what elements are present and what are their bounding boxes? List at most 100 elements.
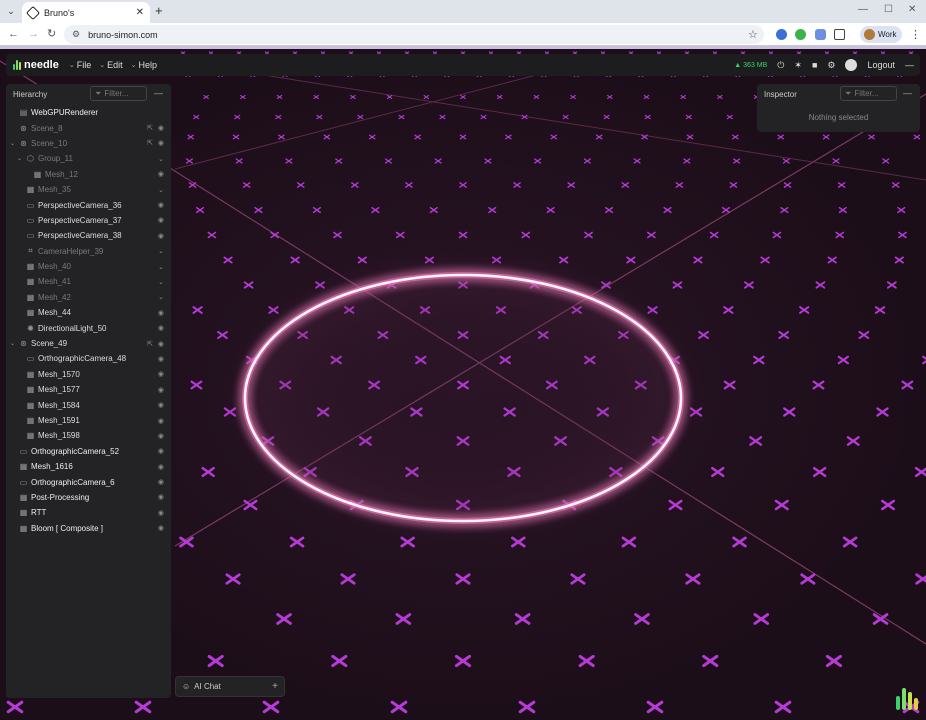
new-tab-button[interactable]: + — [155, 4, 163, 18]
maximize-icon[interactable]: ☐ — [884, 4, 893, 15]
settings-gear-icon[interactable]: ⚙ — [827, 60, 835, 71]
chevron-down-icon[interactable]: ⌄ — [158, 186, 164, 194]
hierarchy-row[interactable]: ▭ PerspectiveCamera_37 ◉ — [6, 213, 171, 228]
visibility-eye-icon[interactable]: ◉ — [158, 417, 164, 425]
profile-chip[interactable]: Work — [860, 26, 902, 43]
hierarchy-collapse-icon[interactable]: — — [154, 88, 163, 98]
hierarchy-row[interactable]: ⌄ ⬡ Group_11 ⌄ — [6, 151, 171, 166]
visibility-eye-icon[interactable]: ◉ — [158, 232, 164, 240]
close-tab-icon[interactable]: ✕ — [136, 7, 144, 18]
visibility-eye-icon[interactable]: ◉ — [158, 370, 164, 378]
hierarchy-row[interactable]: ⌄ ⊛ Scene_49 ⇱ ◉ — [6, 336, 171, 351]
chevron-down-icon[interactable]: ⌄ — [158, 278, 164, 286]
hierarchy-row[interactable]: ▦ Bloom [ Composite ] ◉ — [6, 521, 171, 536]
visibility-eye-icon[interactable]: ◉ — [158, 324, 164, 332]
address-bar[interactable]: ⚙ bruno-simon.com — [64, 25, 764, 44]
hierarchy-row[interactable]: ✺ DirectionalLight_50 ◉ — [6, 320, 171, 335]
visibility-eye-icon[interactable]: ◉ — [158, 401, 164, 409]
reload-icon[interactable]: ↻ — [47, 28, 56, 40]
visibility-eye-icon[interactable]: ◉ — [158, 216, 164, 224]
needle-corner-logo-icon[interactable] — [896, 688, 918, 710]
hierarchy-filter-input[interactable]: ⏷ Filter... — [90, 86, 147, 101]
menu-help[interactable]: ⌄ Help — [131, 60, 157, 70]
extension-3-icon[interactable] — [815, 29, 826, 40]
visibility-eye-icon[interactable]: ◉ — [158, 447, 164, 455]
inspector-collapse-icon[interactable]: — — [903, 88, 912, 98]
inspector-filter-input[interactable]: ⏷ Filter... — [840, 86, 897, 101]
hierarchy-row[interactable]: ▦ Mesh_1577 ◉ — [6, 382, 171, 397]
extension-2-icon[interactable] — [795, 29, 806, 40]
visibility-eye-icon[interactable]: ◉ — [158, 340, 164, 348]
hierarchy-row[interactable]: ▭ OrthographicCamera_52 ◉ — [6, 444, 171, 459]
visibility-eye-icon[interactable]: ◉ — [158, 463, 164, 471]
extensions-puzzle-icon[interactable] — [834, 29, 845, 40]
expand-caret-icon[interactable]: ⌄ — [10, 140, 15, 147]
hierarchy-row[interactable]: ▦ Mesh_1598 ◉ — [6, 428, 171, 443]
site-settings-icon[interactable]: ⚙ — [72, 29, 80, 40]
chevron-down-icon[interactable]: ⌄ — [158, 263, 164, 271]
window-close-icon[interactable]: ✕ — [908, 4, 916, 15]
ai-chat-button[interactable]: ☺ AI Chat + — [175, 676, 285, 697]
hierarchy-row[interactable]: ▦ Post-Processing ◉ — [6, 490, 171, 505]
hierarchy-row[interactable]: ▦ Mesh_41 ⌄ — [6, 274, 171, 289]
chevron-down-icon[interactable]: ⌄ — [158, 155, 164, 163]
hierarchy-row[interactable]: ▭ PerspectiveCamera_38 ◉ — [6, 228, 171, 243]
hierarchy-row[interactable]: ▦ Mesh_1616 ◉ — [6, 459, 171, 474]
visibility-eye-icon[interactable]: ◉ — [158, 493, 164, 501]
menu-file[interactable]: ⌄ File — [69, 60, 91, 70]
visibility-eye-icon[interactable]: ◉ — [158, 309, 164, 317]
visibility-eye-icon[interactable]: ◉ — [158, 139, 164, 147]
browser-menu-icon[interactable]: ⋮ — [910, 28, 921, 41]
hierarchy-row[interactable]: ▤ WebGPURenderer — [6, 105, 171, 120]
visibility-eye-icon[interactable]: ◉ — [158, 201, 164, 209]
visibility-eye-icon[interactable]: ◉ — [158, 509, 164, 517]
power-icon[interactable]: ⏻ — [777, 60, 784, 71]
hierarchy-row[interactable]: ▦ Mesh_35 ⌄ — [6, 182, 171, 197]
bookmark-star-icon[interactable]: ☆ — [748, 28, 758, 41]
collapse-toolbar-icon[interactable]: — — [905, 60, 914, 70]
visibility-eye-icon[interactable]: ◉ — [158, 124, 164, 132]
user-avatar[interactable] — [845, 59, 858, 71]
tab-search-icon[interactable]: ⌄ — [4, 4, 18, 18]
chevron-down-icon[interactable]: ⌄ — [158, 293, 164, 301]
hierarchy-row[interactable]: ▦ Mesh_40 ⌄ — [6, 259, 171, 274]
grid-marker — [800, 573, 816, 585]
focus-icon[interactable]: ⇱ — [147, 124, 153, 132]
chevron-down-icon[interactable]: ⌄ — [158, 247, 164, 255]
hierarchy-row[interactable]: ▦ Mesh_12 ◉ — [6, 167, 171, 182]
hierarchy-row[interactable]: ▭ OrthographicCamera_48 ◉ — [6, 351, 171, 366]
visibility-eye-icon[interactable]: ◉ — [158, 355, 164, 363]
focus-icon[interactable]: ⇱ — [147, 340, 153, 348]
minimize-icon[interactable]: — — [858, 4, 868, 15]
hierarchy-row[interactable]: ⊛ Scene_8 ⇱ ◉ — [6, 120, 171, 135]
expand-caret-icon[interactable]: ⌄ — [10, 340, 15, 347]
magic-wand-icon[interactable]: ✶ — [794, 60, 802, 71]
browser-tab[interactable]: Bruno's ✕ — [22, 2, 150, 23]
camera-icon[interactable]: ■ — [812, 60, 817, 70]
hierarchy-row[interactable]: ▦ Mesh_42 ⌄ — [6, 290, 171, 305]
logout-button[interactable]: Logout — [867, 60, 895, 70]
extension-1-icon[interactable] — [776, 29, 787, 40]
ai-chat-add-icon[interactable]: + — [272, 681, 278, 692]
hierarchy-row[interactable]: ▭ OrthographicCamera_6 ◉ — [6, 474, 171, 489]
hierarchy-row[interactable]: ▦ Mesh_44 ◉ — [6, 305, 171, 320]
hierarchy-row[interactable]: ▦ Mesh_1570 ◉ — [6, 367, 171, 382]
hierarchy-row[interactable]: ▦ Mesh_1584 ◉ — [6, 397, 171, 412]
visibility-eye-icon[interactable]: ◉ — [158, 170, 164, 178]
hierarchy-row[interactable]: ▦ RTT ◉ — [6, 505, 171, 520]
needle-logo[interactable]: needle — [13, 59, 59, 71]
hierarchy-row[interactable]: ⌄ ⊛ Scene_10 ⇱ ◉ — [6, 136, 171, 151]
menu-edit[interactable]: ⌄ Edit — [99, 60, 122, 70]
visibility-eye-icon[interactable]: ◉ — [158, 432, 164, 440]
hierarchy-row[interactable]: ▦ Mesh_1591 ◉ — [6, 413, 171, 428]
visibility-eye-icon[interactable]: ◉ — [158, 478, 164, 486]
back-icon[interactable]: ← — [8, 28, 19, 40]
hierarchy-row[interactable]: ▭ PerspectiveCamera_36 ◉ — [6, 197, 171, 212]
visibility-eye-icon[interactable]: ◉ — [158, 524, 164, 532]
focus-icon[interactable]: ⇱ — [147, 139, 153, 147]
forward-icon[interactable]: → — [28, 28, 39, 40]
visibility-eye-icon[interactable]: ◉ — [158, 386, 164, 394]
hierarchy-row[interactable]: ⌗ CameraHelper_39 ⌄ — [6, 244, 171, 259]
expand-caret-icon[interactable]: ⌄ — [17, 155, 22, 162]
menu-file-label: File — [76, 60, 92, 70]
